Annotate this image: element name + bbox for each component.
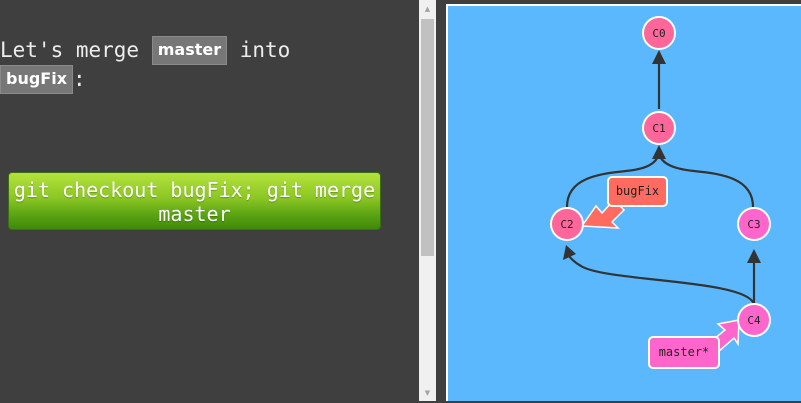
commit-label-c3: C3 (747, 218, 760, 231)
edge-arrow-c1-c0 (652, 50, 666, 64)
code-master: master (151, 36, 228, 65)
command-button[interactable]: git checkout bugFix; git merge master (8, 172, 381, 230)
git-graph-canvas: bugFix master* C0 C1 C2 C3 C4 (446, 4, 801, 401)
instruction-pane: Let's merge master into bugFix: git check… (0, 0, 419, 401)
edge-c4-c2 (567, 253, 756, 305)
commit-c3[interactable]: C3 (737, 207, 771, 241)
code-bugfix: bugFix (0, 65, 74, 94)
instruction-middle: into (227, 38, 291, 62)
commit-c4[interactable]: C4 (737, 303, 771, 337)
scroll-down-arrow-icon[interactable]: ▼ (419, 384, 436, 401)
edge-c3-c1 (657, 153, 755, 208)
branch-label-master: master* (659, 345, 710, 359)
commit-c1[interactable]: C1 (642, 111, 676, 145)
commit-label-c4: C4 (747, 314, 761, 327)
scrollbar[interactable]: ▲ ▼ (419, 0, 436, 401)
instruction-after: : (73, 67, 86, 91)
commit-label-c0: C0 (652, 27, 665, 40)
edge-arrow-c1 (652, 145, 666, 159)
commit-label-c2: C2 (560, 218, 573, 231)
instruction-text: Let's merge master into bugFix: (0, 36, 400, 94)
branch-label-bugfix: bugFix (616, 184, 659, 198)
pane-gap (436, 0, 446, 401)
edge-arrow-c3 (747, 249, 761, 263)
instruction-before: Let's merge (0, 38, 152, 62)
commit-label-c1: C1 (652, 122, 665, 135)
scroll-up-arrow-icon[interactable]: ▲ (419, 0, 436, 17)
commit-c0[interactable]: C0 (642, 16, 676, 50)
branch-bugfix[interactable]: bugFix (607, 176, 668, 207)
git-graph-svg: bugFix master* C0 C1 C2 C3 C4 (550, 16, 771, 369)
commit-c2[interactable]: C2 (550, 207, 584, 241)
branch-master[interactable]: master* (648, 336, 720, 369)
scroll-thumb[interactable] (421, 19, 434, 256)
